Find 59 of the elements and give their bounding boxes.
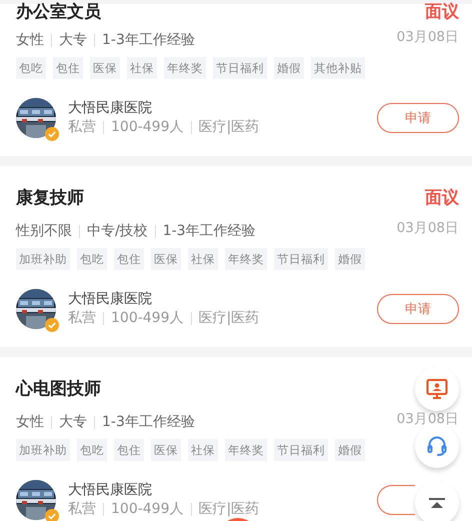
benefit-tag: 医保	[151, 439, 181, 461]
benefit-tag: 医保	[151, 248, 181, 270]
requirement: 1-3年工作经验	[102, 31, 195, 49]
requirement: 中专/技校	[87, 222, 148, 240]
benefit-tag: 婚假	[274, 57, 304, 79]
benefit-tag: 年终奖	[225, 248, 267, 270]
company-detail: 私营	[68, 500, 96, 518]
benefit-tag: 婚假	[335, 439, 365, 461]
company-detail: 100-499人	[111, 310, 184, 326]
job-card[interactable]: 办公室文员 面议 女性 大专 1-3年工作经验 03月08日 包吃 包住 医保 社保 年终奖 节日福利 婚假 其他补贴 大悟民康医院 私营 100-499人 医疗|医药 申请	[0, 4, 472, 156]
requirement: 女性	[16, 413, 44, 431]
benefit-tag: 包吃	[77, 439, 107, 461]
benefit-tag: 包吃	[77, 248, 107, 270]
benefit-tag: 社保	[188, 248, 218, 270]
company-name: 大悟民康医院	[68, 100, 153, 116]
benefit-tag: 其他补贴	[311, 57, 365, 79]
benefit-tag: 加班补助	[16, 439, 70, 461]
company-detail: 医疗|医药	[198, 500, 260, 518]
benefit-tag: 包住	[114, 248, 144, 270]
requirement: 1-3年工作经验	[102, 413, 195, 431]
benefit-tag: 节日福利	[213, 57, 267, 79]
benefit-tag: 包住	[114, 439, 144, 461]
benefit-tag: 包吃	[16, 57, 46, 79]
headset-icon	[425, 434, 449, 458]
salary: 面议	[425, 187, 459, 210]
benefit-tag: 社保	[127, 57, 157, 79]
company-detail: 私营	[68, 310, 96, 326]
benefit-tag: 年终奖	[225, 439, 267, 461]
company-detail: 100-499人	[111, 500, 184, 518]
requirement: 性别不限	[16, 222, 72, 240]
company-detail: 100-499人	[111, 118, 184, 136]
post-date: 03月08日	[396, 29, 459, 45]
job-title: 心电图技师	[16, 378, 101, 401]
benefit-tag: 包住	[53, 57, 83, 79]
company-detail: 私营	[68, 118, 96, 136]
job-card[interactable]: 康复技师 面议 性别不限 中专/技校 1-3年工作经验 03月08日 加班补助 包吃 包住 医保 社保 年终奖 节日福利 婚假 大悟民康医院 私营 100-499人 医疗|医药 申请	[0, 166, 472, 347]
benefit-tag: 节日福利	[274, 439, 328, 461]
salary: 面议	[425, 1, 459, 24]
job-title: 办公室文员	[16, 1, 101, 24]
post-date: 03月08日	[396, 411, 459, 427]
job-card[interactable]: 心电图技师 女性 大专 1-3年工作经验 03月08日 加班补助 包吃 包住 医保 社保 年终奖 节日福利 婚假 大悟民康医院 私营 100-499人 医疗|医药	[0, 357, 472, 521]
company-name: 大悟民康医院	[68, 482, 153, 498]
scroll-top-icon	[429, 498, 445, 508]
company-detail: 医疗|医药	[198, 310, 260, 326]
monitor-icon	[425, 377, 449, 401]
company-detail: 医疗|医药	[198, 118, 260, 136]
benefit-tag: 加班补助	[16, 248, 70, 270]
job-title: 康复技师	[16, 187, 84, 210]
post-date: 03月08日	[396, 220, 459, 236]
requirement: 大专	[59, 31, 87, 49]
benefit-tag: 婚假	[335, 248, 365, 270]
benefit-tag: 社保	[188, 439, 218, 461]
company-name: 大悟民康医院	[68, 290, 153, 308]
requirement: 大专	[59, 413, 87, 431]
requirement: 女性	[16, 31, 44, 49]
benefit-tag: 年终奖	[164, 57, 206, 79]
benefit-tag: 节日福利	[274, 248, 328, 270]
benefit-tag: 医保	[90, 57, 120, 79]
requirement: 1-3年工作经验	[162, 222, 256, 240]
